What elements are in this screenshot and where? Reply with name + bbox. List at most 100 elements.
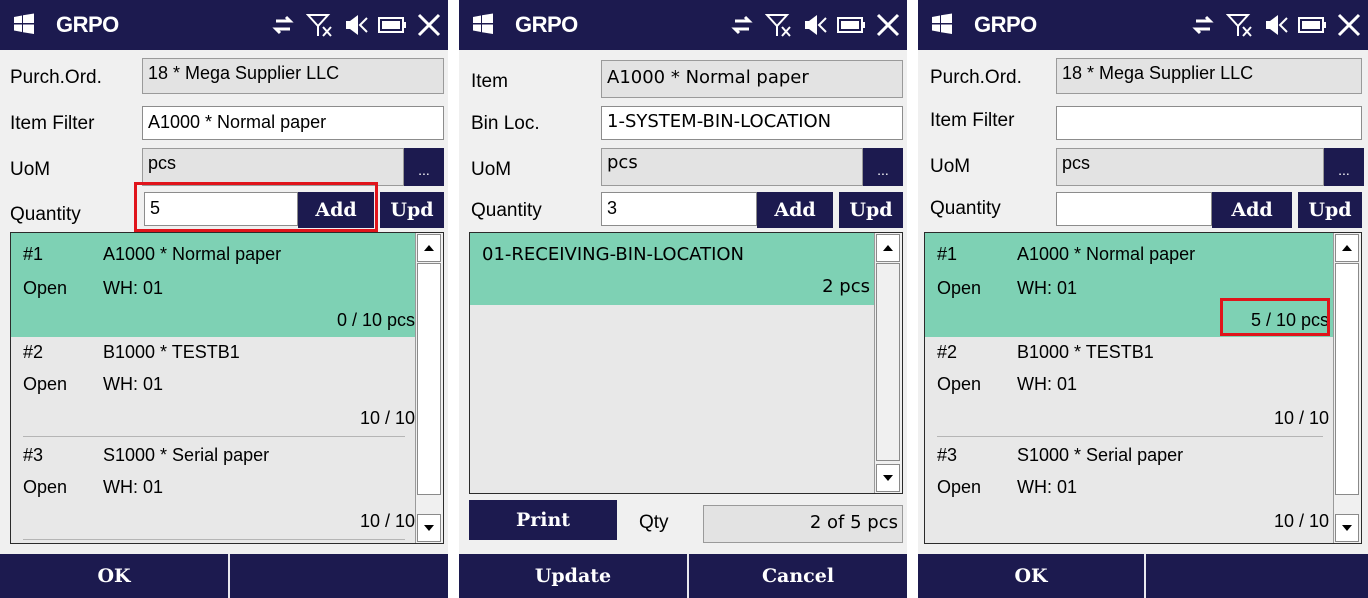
quantity-input[interactable] bbox=[1056, 192, 1212, 226]
status-icons bbox=[1190, 9, 1362, 41]
quantity-label: Quantity bbox=[930, 198, 1001, 219]
app-title: GRPO bbox=[515, 12, 578, 37]
bin-loc-input[interactable]: 1-SYSTEM-BIN-LOCATION bbox=[601, 106, 903, 140]
ok-softkey[interactable]: OK bbox=[918, 554, 1144, 598]
line-quantity: 5 / 10 pcs bbox=[1250, 310, 1329, 330]
quantity-input[interactable]: 5 bbox=[144, 192, 298, 226]
scroll-down-arrow-icon[interactable] bbox=[876, 464, 900, 492]
line-status: Open bbox=[937, 374, 982, 394]
bin-list[interactable]: 01-RECEIVING-BIN-LOCATION 2 pcs bbox=[469, 232, 903, 494]
list-scrollbar[interactable] bbox=[1333, 233, 1361, 543]
order-lines-list[interactable]: #1 A1000 * Normal paper Open WH: 01 0 / … bbox=[10, 232, 444, 544]
bin-loc-label: Bin Loc. bbox=[471, 113, 540, 134]
uom-label: UoM bbox=[930, 156, 971, 177]
scroll-down-arrow-icon[interactable] bbox=[1335, 514, 1359, 542]
scroll-thumb[interactable] bbox=[417, 263, 441, 495]
speaker-muted-icon[interactable] bbox=[1264, 12, 1288, 38]
scroll-down-arrow-icon[interactable] bbox=[417, 514, 441, 542]
print-button[interactable]: Print bbox=[469, 500, 617, 540]
status-icons bbox=[729, 9, 901, 41]
windows-logo-icon[interactable] bbox=[12, 12, 36, 36]
softkey-bar: Update Cancel bbox=[459, 554, 907, 598]
line-warehouse: WH: 01 bbox=[103, 278, 164, 298]
title-bar: GRPO bbox=[0, 0, 448, 50]
line-status: Open bbox=[23, 477, 68, 497]
screen-grpo-order-list-updated: GRPO Purch.Ord. 18 * Mega Supplier LLC I… bbox=[918, 0, 1368, 598]
cancel-softkey[interactable]: Cancel bbox=[689, 554, 907, 598]
list-item[interactable]: #2 B1000 * TESTB1 Open WH: 01 10 / 10 bbox=[925, 337, 1335, 437]
line-status: Open bbox=[23, 374, 68, 394]
connectivity-icon[interactable] bbox=[1190, 12, 1216, 38]
purch-ord-field[interactable]: 18 * Mega Supplier LLC bbox=[142, 58, 444, 94]
quantity-label: Quantity bbox=[10, 204, 81, 225]
upd-button[interactable]: Upd bbox=[380, 192, 444, 228]
scroll-up-arrow-icon[interactable] bbox=[1335, 234, 1359, 262]
item-filter-label: Item Filter bbox=[930, 110, 1015, 131]
line-item: A1000 * Normal paper bbox=[103, 244, 282, 264]
bin-quantity: 2 pcs bbox=[822, 276, 870, 297]
item-filter-label: Item Filter bbox=[10, 113, 95, 134]
update-softkey[interactable]: Update bbox=[459, 554, 687, 598]
purch-ord-label: Purch.Ord. bbox=[930, 67, 1022, 88]
list-item[interactable]: #3 S1000 * Serial paper Open WH: 01 10 /… bbox=[925, 437, 1335, 541]
battery-icon[interactable] bbox=[1298, 15, 1326, 35]
windows-logo-icon[interactable] bbox=[471, 12, 495, 36]
order-lines-list[interactable]: #1 A1000 * Normal paper Open WH: 01 5 / … bbox=[924, 232, 1362, 544]
battery-icon[interactable] bbox=[378, 15, 406, 35]
line-number: #1 bbox=[23, 244, 44, 264]
scroll-thumb[interactable] bbox=[1335, 263, 1359, 495]
close-icon[interactable] bbox=[416, 12, 442, 38]
list-scrollbar[interactable] bbox=[874, 233, 902, 493]
speaker-muted-icon[interactable] bbox=[344, 12, 368, 38]
line-status: Open bbox=[937, 278, 982, 298]
item-filter-input[interactable]: A1000 * Normal paper bbox=[142, 106, 444, 140]
list-item[interactable]: 01-RECEIVING-BIN-LOCATION 2 pcs bbox=[470, 233, 876, 305]
purch-ord-label: Purch.Ord. bbox=[10, 67, 102, 88]
uom-picker-button[interactable]: ... bbox=[1324, 148, 1364, 186]
item-filter-input[interactable] bbox=[1056, 106, 1362, 140]
scroll-up-arrow-icon[interactable] bbox=[876, 234, 900, 262]
purch-ord-field[interactable]: 18 * Mega Supplier LLC bbox=[1056, 58, 1362, 94]
qty-summary-field: 2 of 5 pcs bbox=[703, 505, 903, 543]
add-button[interactable]: Add bbox=[757, 192, 833, 228]
quantity-input[interactable]: 3 bbox=[601, 192, 757, 226]
softkey-bar: OK bbox=[918, 554, 1368, 598]
uom-field: pcs bbox=[601, 148, 863, 186]
line-quantity: 10 / 10 bbox=[1273, 511, 1329, 531]
uom-picker-button[interactable]: ... bbox=[404, 148, 444, 186]
no-signal-icon[interactable] bbox=[306, 11, 334, 39]
row-divider bbox=[23, 539, 405, 540]
screen-grpo-bin-allocation: GRPO Item A1000 * Normal paper Bin Loc. … bbox=[459, 0, 907, 598]
upd-button[interactable]: Upd bbox=[1298, 192, 1362, 228]
uom-picker-button[interactable]: ... bbox=[863, 148, 903, 186]
line-status: Open bbox=[937, 477, 982, 497]
no-signal-icon[interactable] bbox=[1226, 11, 1254, 39]
add-button[interactable]: Add bbox=[1212, 192, 1292, 228]
no-signal-icon[interactable] bbox=[765, 11, 793, 39]
close-icon[interactable] bbox=[875, 12, 901, 38]
line-number: #2 bbox=[937, 342, 958, 362]
list-item[interactable]: #3 S1000 * Serial paper Open WH: 01 10 /… bbox=[11, 437, 417, 541]
softkey-divider bbox=[228, 554, 230, 598]
item-field: A1000 * Normal paper bbox=[601, 60, 903, 98]
app-title: GRPO bbox=[56, 12, 119, 37]
line-item: B1000 * TESTB1 bbox=[103, 342, 240, 362]
list-item[interactable]: #1 A1000 * Normal paper Open WH: 01 5 / … bbox=[925, 233, 1335, 337]
scroll-up-arrow-icon[interactable] bbox=[417, 234, 441, 262]
close-icon[interactable] bbox=[1336, 12, 1362, 38]
battery-icon[interactable] bbox=[837, 15, 865, 35]
speaker-muted-icon[interactable] bbox=[803, 12, 827, 38]
qty-label: Qty bbox=[639, 512, 669, 533]
windows-logo-icon[interactable] bbox=[930, 12, 954, 36]
add-button[interactable]: Add bbox=[298, 192, 374, 228]
connectivity-icon[interactable] bbox=[729, 12, 755, 38]
ok-softkey[interactable]: OK bbox=[0, 554, 228, 598]
line-warehouse: WH: 01 bbox=[103, 477, 164, 497]
list-item[interactable]: #2 B1000 * TESTB1 Open WH: 01 10 / 10 bbox=[11, 337, 417, 437]
list-scrollbar[interactable] bbox=[415, 233, 443, 543]
line-item: A1000 * Normal paper bbox=[1017, 244, 1196, 264]
list-item[interactable]: #1 A1000 * Normal paper Open WH: 01 0 / … bbox=[11, 233, 417, 337]
upd-button[interactable]: Upd bbox=[839, 192, 903, 228]
connectivity-icon[interactable] bbox=[270, 12, 296, 38]
scroll-thumb[interactable] bbox=[876, 263, 900, 461]
